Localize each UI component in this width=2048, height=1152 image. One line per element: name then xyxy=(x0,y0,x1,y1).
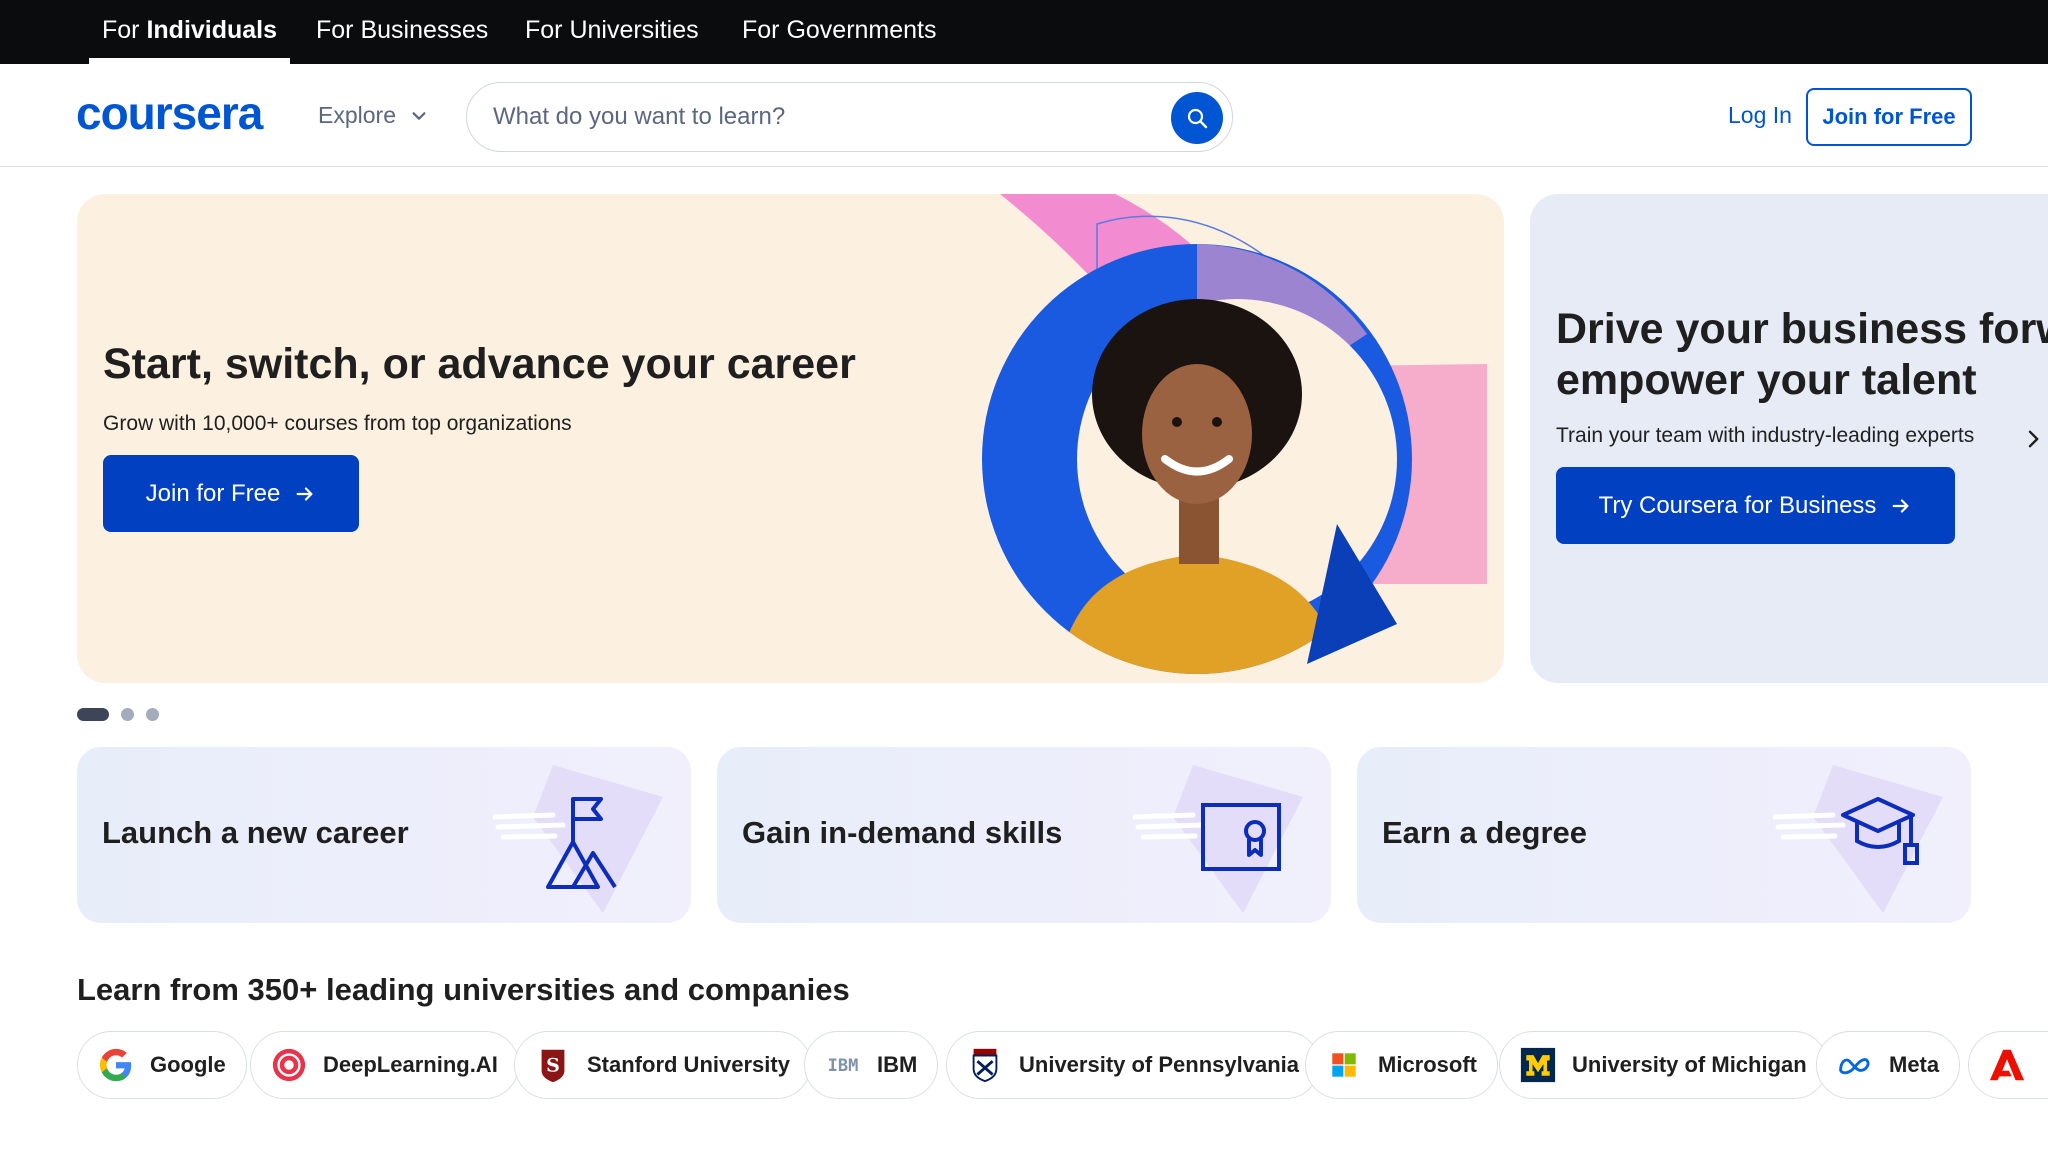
partner-name: DeepLearning.AI xyxy=(323,1052,498,1077)
business-title-line1: Drive your business forwa xyxy=(1556,305,2048,353)
partner-upenn[interactable]: University of Pennsylvania xyxy=(946,1031,1320,1099)
chevron-down-icon xyxy=(412,111,426,120)
partner-adobe-partial[interactable] xyxy=(1968,1031,2048,1099)
stanford-logo: S xyxy=(533,1045,573,1085)
svg-text:IBM: IBM xyxy=(828,1056,859,1075)
carousel-dot-2[interactable] xyxy=(121,708,134,721)
hero-join-label: Join for Free xyxy=(145,479,281,507)
chevron-right-icon xyxy=(2028,430,2039,448)
tab-for-individuals[interactable]: For Individuals xyxy=(89,0,291,64)
tab-for-businesses[interactable]: For Businesses xyxy=(303,0,501,64)
carousel-dot-1[interactable] xyxy=(77,708,109,721)
tab-for-universities[interactable]: For Universities xyxy=(512,0,712,64)
certificate-icon xyxy=(1133,765,1303,913)
umich-logo xyxy=(1518,1045,1558,1085)
partner-stanford[interactable]: S Stanford University xyxy=(514,1031,811,1099)
carousel-dot-3[interactable] xyxy=(146,708,159,721)
partner-name: Meta xyxy=(1889,1052,1940,1077)
partners-heading: Learn from 350+ leading universities and… xyxy=(77,972,850,1007)
search-icon xyxy=(1187,108,1208,129)
search-box xyxy=(466,82,1233,152)
site-header: coursera Explore Log In Join for Free xyxy=(0,64,2048,167)
partner-google[interactable]: Google xyxy=(77,1031,247,1099)
deeplearning-ai-logo xyxy=(269,1045,309,1085)
svg-text:S: S xyxy=(546,1055,560,1077)
search-input[interactable] xyxy=(493,83,1133,151)
coursera-logo[interactable]: coursera xyxy=(76,86,263,140)
mountain-flag-icon xyxy=(493,765,663,913)
tab-prefix: For xyxy=(102,16,147,44)
microsoft-logo xyxy=(1324,1045,1364,1085)
meta-logo xyxy=(1835,1045,1875,1085)
partner-deeplearning-ai[interactable]: DeepLearning.AI xyxy=(250,1031,519,1099)
hero-business-banner: Drive your business forwa empower your t… xyxy=(1530,194,2048,683)
business-banner-title: Drive your business forwa empower your t… xyxy=(1556,304,2048,406)
partner-name: Google xyxy=(150,1052,226,1077)
goal-card-gain-skills[interactable]: Gain in-demand skills xyxy=(717,747,1331,923)
audience-bar: For Individuals For Businesses For Unive… xyxy=(0,0,2048,64)
partner-microsoft[interactable]: Microsoft xyxy=(1305,1031,1498,1099)
hero-banner: Start, switch, or advance your career Gr… xyxy=(77,194,1504,683)
partner-name: University of Pennsylvania xyxy=(1019,1052,1299,1077)
carousel-next-button[interactable] xyxy=(2020,422,2048,456)
google-logo xyxy=(96,1045,136,1085)
graduation-cap-icon xyxy=(1773,765,1943,913)
search-button[interactable] xyxy=(1171,92,1223,144)
arrow-right-icon xyxy=(296,486,313,501)
hero-title: Start, switch, or advance your career xyxy=(103,340,856,388)
goal-card-launch-career[interactable]: Launch a new career xyxy=(77,747,691,923)
carousel-dots xyxy=(77,708,159,721)
goal-card-label: Gain in-demand skills xyxy=(742,815,1063,850)
explore-label: Explore xyxy=(318,102,396,128)
hero-subtitle: Grow with 10,000+ courses from top organ… xyxy=(103,412,572,435)
try-coursera-business-label: Try Coursera for Business xyxy=(1598,491,1877,519)
business-title-line2: empower your talent xyxy=(1556,356,1977,404)
login-link[interactable]: Log In xyxy=(1728,102,1792,129)
partner-name: University of Michigan xyxy=(1572,1052,1807,1077)
goal-card-earn-degree[interactable]: Earn a degree xyxy=(1357,747,1971,923)
adobe-logo xyxy=(1987,1045,2027,1085)
hero-join-button[interactable]: Join for Free xyxy=(103,455,359,532)
business-banner-subtitle: Train your team with industry-leading ex… xyxy=(1556,424,1975,447)
tab-for-governments[interactable]: For Governments xyxy=(729,0,950,64)
explore-menu-button[interactable]: Explore xyxy=(318,102,428,129)
partner-umich[interactable]: University of Michigan xyxy=(1499,1031,1828,1099)
goal-card-label: Launch a new career xyxy=(102,815,409,850)
arrow-right-icon xyxy=(1893,498,1909,513)
join-for-free-button[interactable]: Join for Free xyxy=(1806,88,1972,146)
partner-meta[interactable]: Meta xyxy=(1816,1031,1961,1099)
hero-portrait-illustration xyxy=(982,194,1487,674)
partner-ibm[interactable]: IBM IBM xyxy=(804,1031,939,1099)
partner-name: IBM xyxy=(877,1052,918,1077)
upenn-logo xyxy=(965,1045,1005,1085)
partner-name: Microsoft xyxy=(1378,1052,1477,1077)
goal-card-label: Earn a degree xyxy=(1382,815,1588,850)
tab-strong: Individuals xyxy=(146,16,278,44)
ibm-logo: IBM xyxy=(823,1045,863,1085)
try-coursera-business-button[interactable]: Try Coursera for Business xyxy=(1556,467,1955,544)
partner-name: Stanford University xyxy=(587,1052,790,1077)
